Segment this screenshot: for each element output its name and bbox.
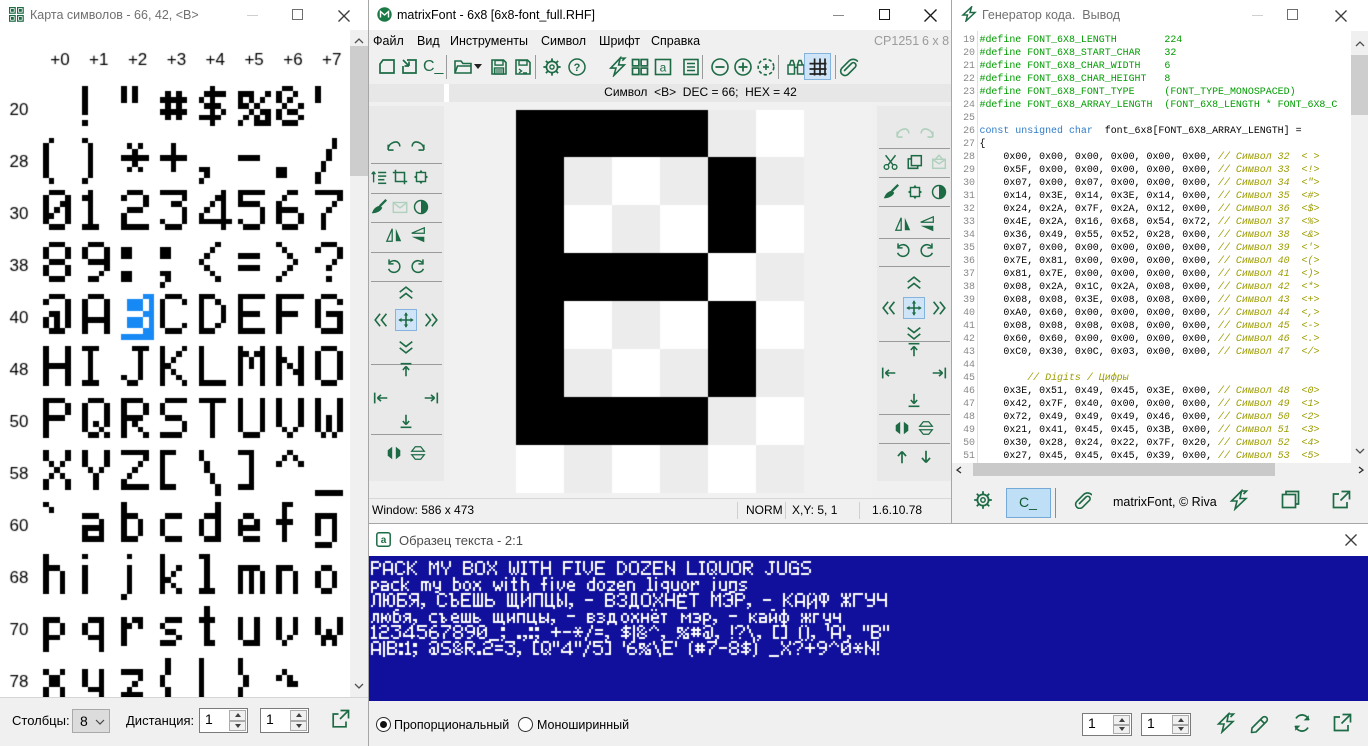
svg-text:?: ? xyxy=(574,62,581,74)
svg-text:a: a xyxy=(660,61,667,75)
svg-text:a: a xyxy=(381,535,387,546)
